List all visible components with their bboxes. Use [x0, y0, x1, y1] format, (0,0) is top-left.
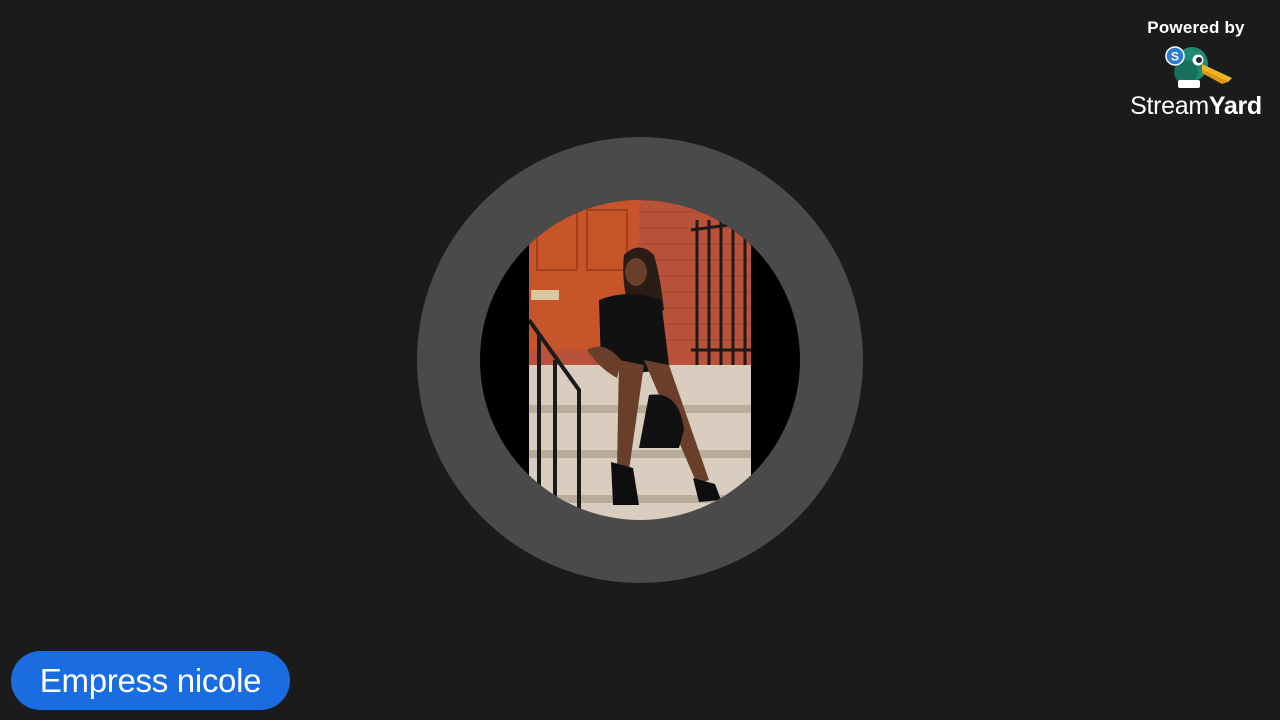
participant-avatar — [480, 200, 800, 520]
stream-canvas: Powered by S StreamYard Empress nicole — [0, 0, 1280, 720]
streamyard-branding: Powered by S StreamYard — [1126, 18, 1266, 121]
wordmark-light: Stream — [1130, 92, 1209, 120]
streamyard-duck-logo-icon: S — [1165, 46, 1232, 88]
streamyard-wordmark: StreamYard — [1130, 92, 1262, 121]
participant-avatar-ring — [417, 137, 863, 583]
wordmark-bold: Yard — [1208, 92, 1262, 120]
logo-badge-letter: S — [1171, 50, 1179, 64]
participant-photo — [529, 200, 751, 520]
powered-by-label: Powered by — [1147, 18, 1245, 37]
participant-name-tag: Empress nicole — [11, 651, 290, 710]
